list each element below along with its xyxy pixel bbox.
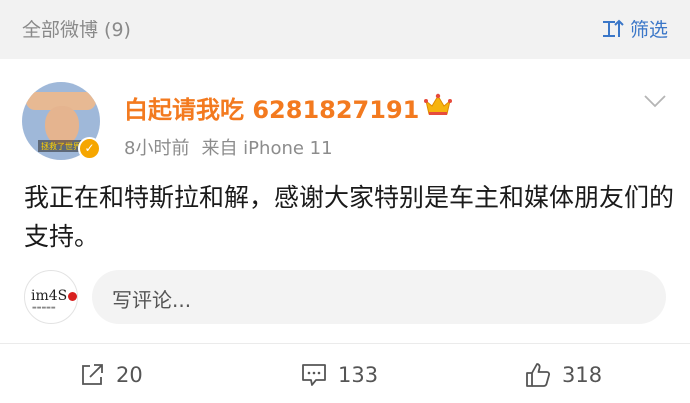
crown-icon — [424, 93, 452, 115]
post-content: 我正在和特斯拉和解，感谢大家特别是车主和媒体朋友们的支持。 — [24, 183, 675, 251]
post-source: 来自 iPhone 11 — [201, 138, 333, 159]
comment-button[interactable]: 133 — [300, 360, 378, 390]
filter-icon — [602, 19, 624, 37]
comment-input[interactable]: 写评论... — [92, 270, 666, 324]
comment-icon — [302, 364, 326, 386]
like-count: 318 — [562, 363, 603, 387]
filter-label: 筛选 — [629, 19, 668, 41]
repost-count: 20 — [116, 363, 143, 387]
filter-button[interactable]: 筛选 — [602, 15, 668, 42]
repost-button[interactable]: 20 — [80, 360, 143, 390]
divider — [0, 343, 690, 344]
commenter-avatar: im4S ▬▬▬▬▬ — [24, 270, 78, 324]
im4s-logo: im4S — [31, 288, 78, 304]
thumbs-up-icon — [526, 363, 551, 387]
all-posts-count[interactable]: 全部微博 (9) — [22, 15, 131, 42]
chevron-down-icon[interactable] — [643, 93, 667, 109]
repost-icon — [82, 364, 103, 385]
post-username[interactable]: 白起请我吃 6281827191 — [124, 90, 419, 125]
post-meta: 8小时前 来自 iPhone 11 — [124, 134, 333, 160]
posts-filter-bar: 全部微博 (9) 筛选 — [0, 0, 690, 59]
comment-count: 133 — [338, 363, 379, 387]
comment-placeholder: 写评论... — [112, 288, 192, 312]
verified-badge-icon: ✓ — [78, 137, 101, 160]
post-time: 8小时前 — [124, 138, 190, 159]
like-button[interactable]: 318 — [524, 360, 602, 390]
